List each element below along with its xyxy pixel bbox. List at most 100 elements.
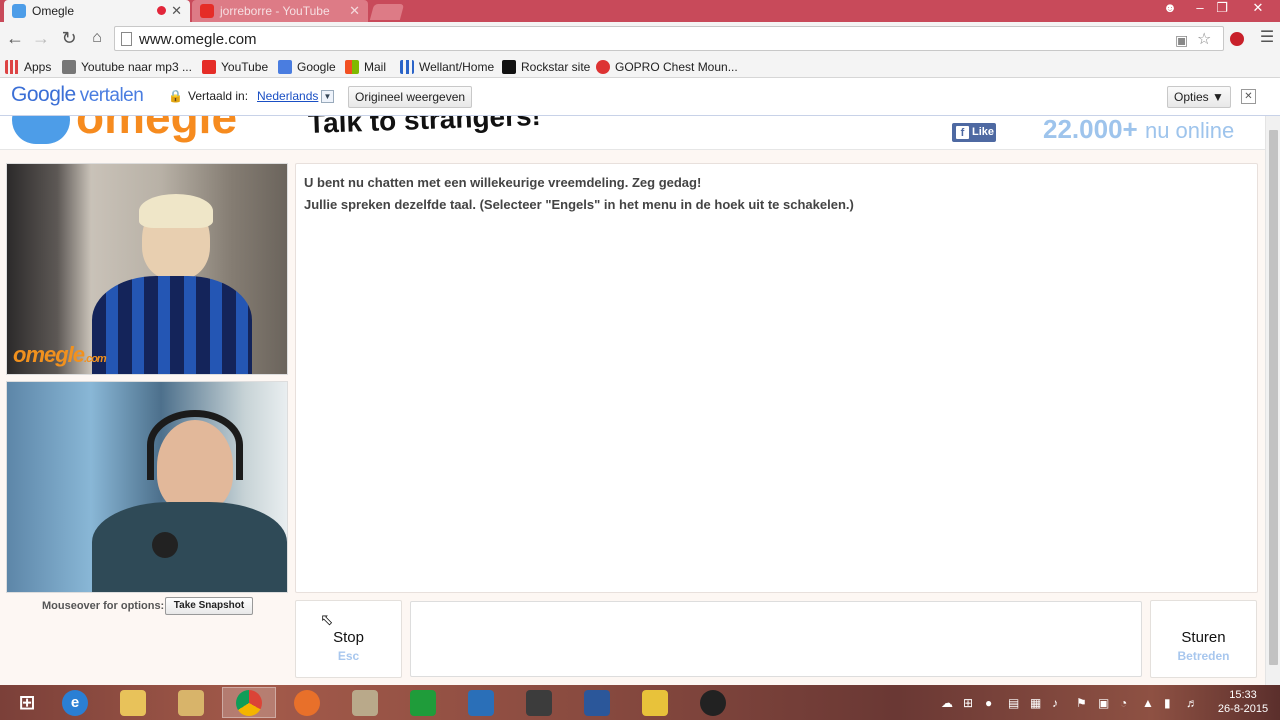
page-scrollbar[interactable] [1265,116,1280,685]
bookmark-youtube[interactable]: YouTube [202,58,268,75]
taskbar-folder[interactable] [164,687,218,718]
restore-window-icon[interactable]: ❐ [1208,0,1236,18]
stop-button[interactable]: Stop Esc [295,600,402,678]
volume-icon[interactable]: ♪ [1052,696,1058,710]
system-message: Jullie spreken dezelfde taal. (Selecteer… [304,197,854,212]
onedrive-icon[interactable]: ☁ [941,696,953,710]
close-translate-bar-icon[interactable]: ✕ [1241,89,1256,104]
taskbar-obs[interactable] [686,687,740,718]
extension-icon[interactable] [1228,30,1246,48]
new-tab-button[interactable] [369,4,405,20]
home-icon[interactable]: ⌂ [86,28,108,50]
display-icon[interactable]: ▣ [1098,696,1109,710]
close-window-icon[interactable]: ✕ [1244,0,1272,18]
camera-blocked-icon[interactable]: ▣ [1175,32,1188,49]
google-icon [278,59,292,74]
taskbar-game[interactable] [628,687,682,718]
send-button[interactable]: Sturen Betreden [1150,600,1257,678]
taskbar-ie[interactable]: e [48,687,102,718]
taskbar-clock[interactable]: 15:33 26-8-2015 [1212,688,1274,716]
windows-mail-icon [345,59,359,74]
keyboard-icon[interactable]: ▦ [1030,696,1041,710]
take-snapshot-button[interactable]: Take Snapshot [165,597,253,615]
show-original-button[interactable]: Origineel weergeven [348,86,473,108]
firefox-icon [294,689,320,716]
film-icon [526,689,552,716]
stranger-video: omegle.com [6,163,288,375]
usb-icon[interactable]: ▤ [1008,696,1019,710]
tab-omegle[interactable]: Omegle ✕ [4,0,190,22]
tab-close-icon[interactable]: ✕ [349,3,360,19]
tab-close-icon[interactable]: ✕ [171,3,182,19]
taskbar-chrome[interactable] [222,687,276,718]
omegle-chat-area: omegle.com Mouseover for options: Take S… [0,150,1265,685]
taskbar-editor[interactable] [454,687,508,718]
facebook-like-button[interactable]: f Like [952,123,996,142]
stop-label: Stop [333,629,364,646]
omegle-favicon-icon [12,4,26,18]
mouse-cursor-icon: ⬁ [320,612,334,629]
bookmark-star-icon[interactable]: ☆ [1197,29,1211,49]
taskbar-firefox[interactable] [280,687,334,718]
self-shirt [92,502,287,592]
scrollbar-thumb[interactable] [1269,130,1278,665]
pen-editor-icon [468,689,494,716]
headphones-icon [147,410,243,480]
menu-hamburger-icon[interactable]: ☰ [1256,28,1278,50]
windows-tray-icon[interactable]: ⊞ [963,696,973,710]
chat-log: U bent nu chatten met een willekeurige v… [295,163,1258,593]
stop-hint: Esc [337,649,360,663]
facebook-icon: f [956,126,969,139]
reload-icon[interactable]: ↻ [58,28,80,50]
rockstar-icon [502,59,516,74]
store-icon [410,689,436,716]
tab-youtube[interactable]: jorreborre - YouTube ✕ [192,0,368,22]
mouseover-options-label: Mouseover for options: [42,600,165,612]
speaker-icon[interactable]: ♬ [1186,696,1198,710]
start-button[interactable]: ⊞ [0,687,54,718]
back-arrow-icon[interactable]: ← [4,28,26,50]
taskbar-tool[interactable] [338,687,392,718]
folder-icon [178,689,204,716]
youtube-icon [202,59,216,74]
bookmark-youtube-mp3[interactable]: Youtube naar mp3 ... [62,58,192,75]
message-input[interactable] [410,601,1142,677]
tray-app-icon[interactable]: ● [985,696,992,710]
user-profile-icon[interactable]: ☻ [1156,0,1184,18]
forward-arrow-icon[interactable]: → [30,28,52,50]
wifi-signal-icon[interactable]: ▲ [1142,696,1154,710]
language-selector[interactable]: Nederlands [257,89,318,103]
bookmark-mail[interactable]: Mail [345,58,386,75]
language-dropdown-icon[interactable]: ▼ [321,90,334,103]
bookmark-apps[interactable]: Apps [5,58,51,75]
bookmark-rockstar[interactable]: Rockstar site [502,58,590,75]
taskbar-word[interactable] [570,687,624,718]
internet-explorer-icon: e [62,689,88,716]
google-wordmark: Google [11,83,76,106]
microphone-icon [152,532,178,558]
tab-title: jorreborre - YouTube [220,4,330,18]
taskbar-store[interactable] [396,687,450,718]
bookmark-gopro[interactable]: GOPRO Chest Moun... [596,58,738,75]
chrome-icon [236,689,262,716]
google-translate-logo: Google vertalen [11,83,144,107]
taskbar-explorer[interactable] [106,687,160,718]
taskbar-movie-maker[interactable] [512,687,566,718]
apps-grid-icon [5,59,19,74]
lock-icon: 🔒 [168,89,183,103]
omegle-logo[interactable]: omegle [12,116,237,144]
address-bar[interactable]: www.omegle.com ▣ ☆ [114,26,1224,51]
bookmark-wellant[interactable]: Wellant/Home [400,58,494,75]
document-icon [584,689,610,716]
network-icon[interactable]: ◔ [1120,696,1127,710]
flag-icon[interactable]: ⚑ [1076,696,1087,710]
recording-dot-icon [157,6,166,15]
translate-options-button[interactable]: Opties ▼ [1167,86,1231,108]
utility-icon [352,689,378,716]
battery-icon[interactable]: ▮ [1164,696,1171,710]
windows-taskbar: ⊞ e ☁ ⊞ ● ▤ ▦ ♪ ⚑ ▣ ◔ ▲ ▮ ♬ 15:33 26-8-2… [0,685,1280,720]
bookmark-google[interactable]: Google [278,58,336,75]
gopro-icon [596,59,610,74]
browser-tab-strip: Omegle ✕ jorreborre - YouTube ✕ ☻ – ❐ ✕ [0,0,1280,22]
send-label: Sturen [1181,629,1226,646]
